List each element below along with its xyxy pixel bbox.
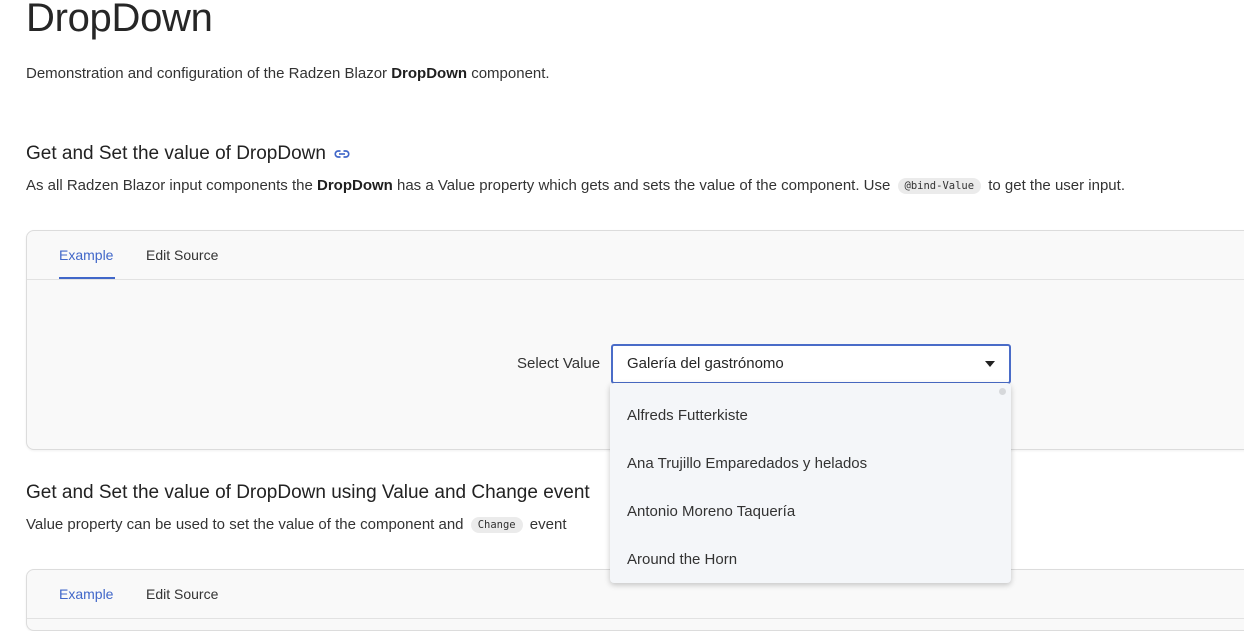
section-description-component: DropDown: [317, 177, 393, 194]
example-tabs: Example Edit Source: [27, 231, 1244, 280]
section-description-middle: has a Value property which gets and sets…: [392, 177, 895, 194]
chevron-down-icon[interactable]: [985, 361, 995, 367]
code-chip-bind-value: @bind-Value: [897, 178, 982, 194]
select-value-label: Select Value: [517, 355, 601, 372]
section-description-text: As all Radzen Blazor input components th…: [26, 177, 317, 194]
dropdown[interactable]: Galería del gastrónomo: [611, 344, 1011, 384]
page-description-suffix: component.: [467, 65, 550, 82]
section-description-suffix: to get the user input.: [984, 177, 1125, 194]
section-description-2-text: Value property can be used to set the va…: [26, 516, 468, 533]
section-description-2: Value property can be used to set the va…: [26, 516, 567, 533]
dropdown-option[interactable]: Alfreds Futterkiste: [627, 407, 748, 424]
page-title: DropDown: [26, 0, 213, 40]
link-icon[interactable]: [332, 144, 352, 164]
dropdown-option[interactable]: Antonio Moreno Taquería: [627, 503, 795, 520]
section-title-text: Get and Set the value of DropDown: [26, 143, 326, 164]
tab-edit-source[interactable]: Edit Source: [146, 247, 218, 263]
page-description-text: Demonstration and configuration of the R…: [26, 65, 392, 82]
code-chip-change: Change: [470, 517, 523, 533]
dropdown-option[interactable]: Around the Horn: [627, 551, 737, 568]
dropdown-option[interactable]: Ana Trujillo Emparedados y helados: [627, 455, 867, 472]
section-description-2-suffix: event: [525, 516, 567, 533]
section-title-get-set-value: Get and Set the value of DropDown: [26, 143, 352, 165]
scrollbar-thumb[interactable]: [999, 388, 1006, 395]
active-tab-indicator: [59, 277, 115, 279]
page-description: Demonstration and configuration of the R…: [26, 65, 550, 82]
tab-example[interactable]: Example: [59, 247, 113, 263]
section-description: As all Radzen Blazor input components th…: [26, 177, 1125, 194]
page-description-component: DropDown: [391, 65, 468, 82]
dropdown-options-panel: Alfreds Futterkiste Ana Trujillo Empared…: [610, 383, 1011, 583]
tab-example-2[interactable]: Example: [59, 586, 113, 602]
section-title-value-change: Get and Set the value of DropDown using …: [26, 482, 590, 503]
dropdown-selected-value: Galería del gastrónomo: [627, 355, 784, 372]
tab-edit-source-2[interactable]: Edit Source: [146, 586, 218, 602]
